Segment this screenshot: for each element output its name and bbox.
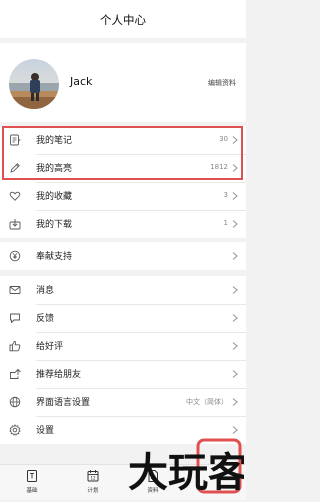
avatar[interactable] (9, 59, 59, 109)
misc-section: 消息 反馈 给好评 推荐给朋友 界面语言设置 中文（简体） 设置 (0, 276, 246, 444)
share-icon (9, 368, 21, 380)
edit-profile-link[interactable]: 编辑资料 (208, 78, 236, 88)
notes-icon (9, 134, 21, 146)
gear-icon (9, 424, 21, 436)
notes-count: 30 (219, 135, 228, 143)
row-label: 设置 (36, 426, 55, 436)
row-feedback[interactable]: 反馈 (0, 304, 246, 332)
row-recommend-friends[interactable]: 推荐给朋友 (0, 360, 246, 388)
chevron-right-icon (231, 191, 239, 201)
watermark-text: 大玩客 (128, 450, 244, 496)
row-my-notes[interactable]: 我的笔记 30 (0, 126, 246, 154)
row-label: 给好评 (36, 342, 64, 352)
chevron-right-icon (231, 369, 239, 379)
envelope-icon (9, 284, 21, 296)
top-bar: 个人中心 (0, 0, 246, 38)
row-label: 我的笔记 (36, 136, 73, 146)
tab-plan[interactable]: 12 计划 (78, 469, 108, 494)
row-label: 我的下载 (36, 220, 73, 230)
chevron-right-icon (231, 285, 239, 295)
username: Jack (70, 75, 93, 88)
chevron-right-icon (231, 135, 239, 145)
current-language-value: 中文（简体） (186, 398, 228, 406)
downloads-count: 1 (223, 219, 228, 227)
tab-basics[interactable]: 基础 (17, 469, 47, 494)
profile-card[interactable]: Jack 编辑资料 (0, 43, 246, 122)
row-rate-us[interactable]: 给好评 (0, 332, 246, 360)
row-my-favorites[interactable]: 我的收藏 3 (0, 182, 246, 210)
chat-bubble-icon (9, 312, 21, 324)
row-label: 我的高亮 (36, 164, 73, 174)
row-label: 界面语言设置 (36, 398, 91, 408)
row-label: 推荐给朋友 (36, 370, 82, 380)
row-label: 我的收藏 (36, 192, 73, 202)
svg-text:12: 12 (90, 476, 96, 481)
pencil-icon (9, 162, 21, 174)
support-section: 奉献支持 (0, 242, 246, 270)
chevron-right-icon (231, 313, 239, 323)
library-section: 我的笔记 30 我的高亮 1812 我的收藏 3 我的下载 1 (0, 126, 246, 238)
row-donate-support[interactable]: 奉献支持 (0, 242, 246, 270)
yen-coin-icon (9, 250, 21, 262)
highlights-count: 1812 (210, 163, 228, 171)
page-title: 个人中心 (100, 13, 146, 27)
tab-label: 基础 (26, 488, 38, 494)
favorites-count: 3 (223, 191, 228, 199)
chevron-right-icon (231, 163, 239, 173)
thumbs-up-icon (9, 340, 21, 352)
chevron-right-icon (231, 341, 239, 351)
globe-icon (9, 396, 21, 408)
row-label: 反馈 (36, 314, 55, 324)
book-icon (17, 469, 47, 483)
row-language-settings[interactable]: 界面语言设置 中文（简体） (0, 388, 246, 416)
chevron-right-icon (231, 397, 239, 407)
tab-label: 计划 (87, 488, 99, 494)
calendar-icon: 12 (78, 469, 108, 483)
row-messages[interactable]: 消息 (0, 276, 246, 304)
row-my-downloads[interactable]: 我的下载 1 (0, 210, 246, 238)
row-my-highlights[interactable]: 我的高亮 1812 (0, 154, 246, 182)
chevron-right-icon (231, 219, 239, 229)
heart-icon (9, 190, 21, 202)
chevron-right-icon (231, 251, 239, 261)
download-box-icon (9, 218, 21, 230)
watermark-logo: 大玩客 (126, 434, 248, 498)
row-label: 奉献支持 (36, 252, 73, 262)
avatar-photo (9, 59, 59, 109)
row-label: 消息 (36, 286, 55, 296)
